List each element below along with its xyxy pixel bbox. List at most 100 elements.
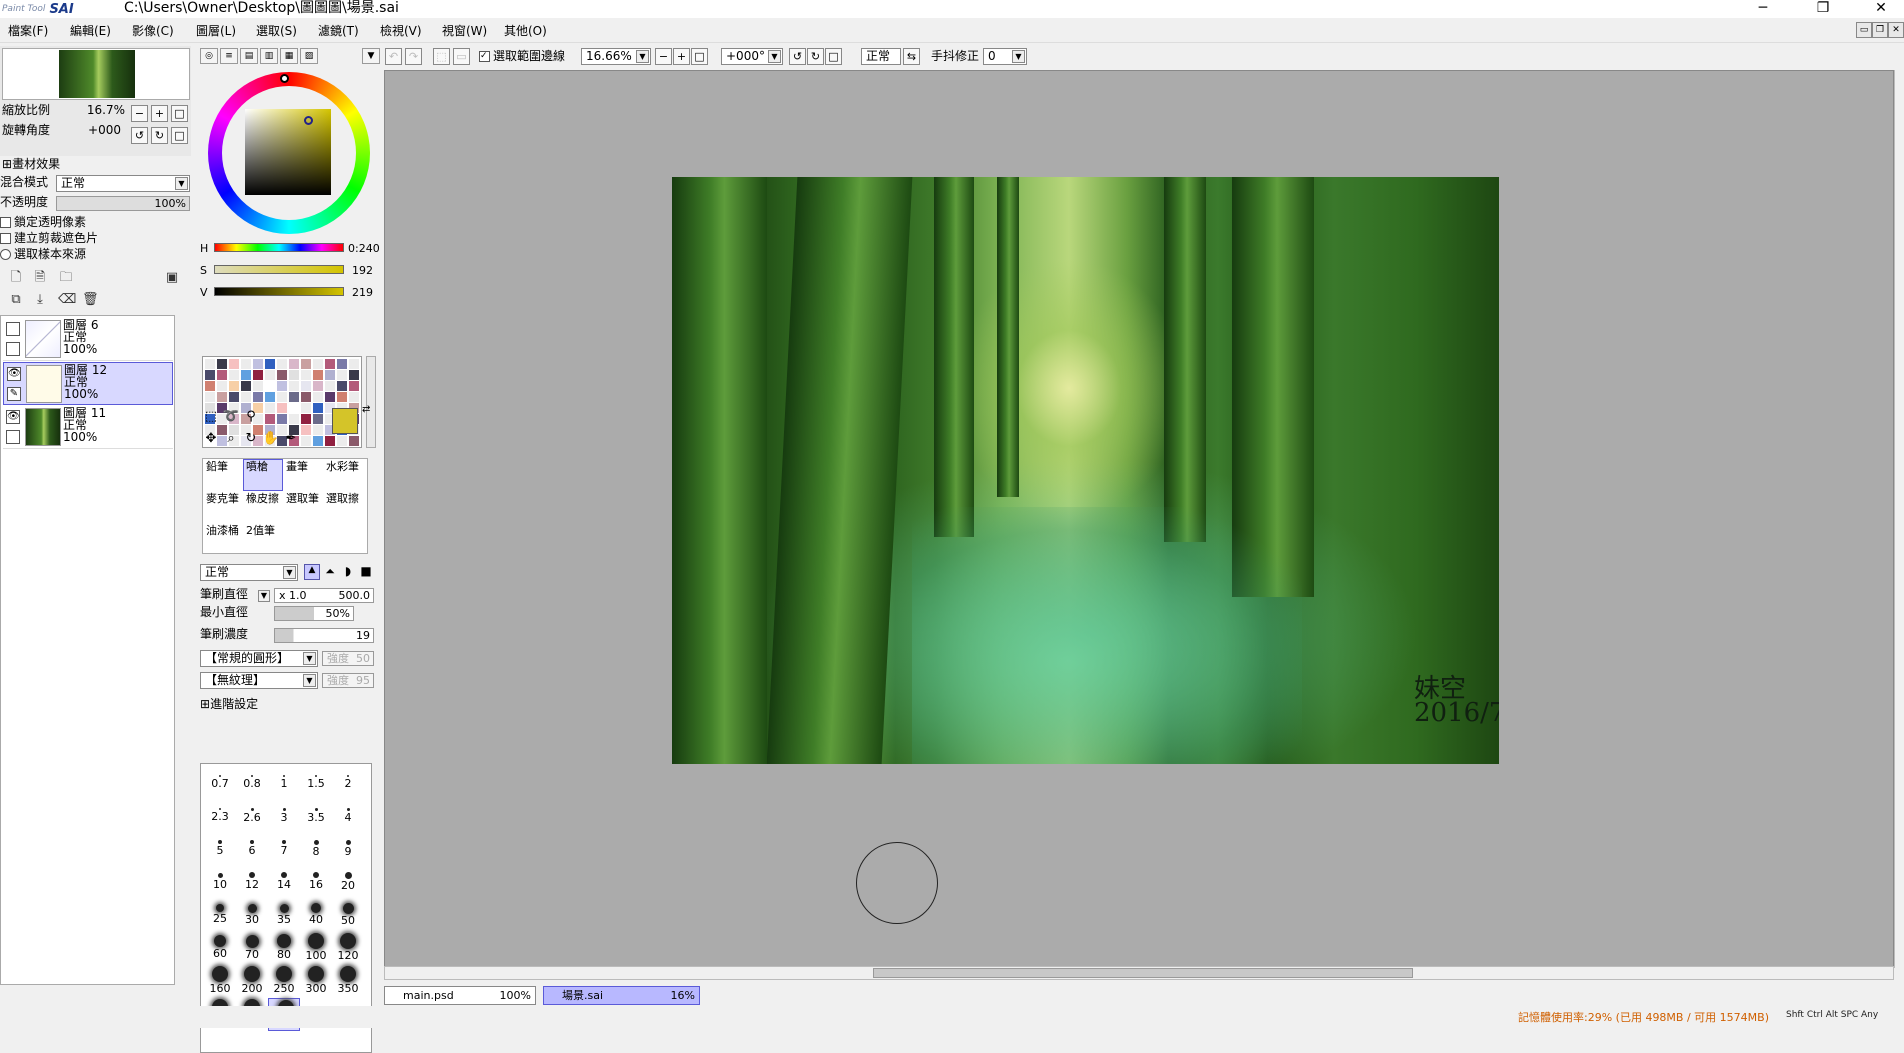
edge-soft-icon[interactable]: ◗ xyxy=(340,564,356,580)
rgb-slider-tab[interactable]: ≡ xyxy=(220,48,238,64)
new-folder-icon[interactable]: 🗀 xyxy=(58,270,74,286)
color-swatch[interactable] xyxy=(229,359,239,369)
menu-view[interactable]: 檢視(V) xyxy=(380,23,422,39)
brush-size-preset[interactable]: 2.3 xyxy=(204,800,236,833)
zoom-select[interactable]: 16.66% ▼ xyxy=(581,48,651,65)
brush-bucket[interactable]: 油漆桶 xyxy=(203,523,243,555)
invert-selection-icon[interactable]: ▭ xyxy=(453,48,470,65)
pen-icon[interactable]: ✎ xyxy=(7,387,21,401)
color-swatch[interactable] xyxy=(277,381,287,391)
texture-select[interactable]: 【無紋理】 ▼ xyxy=(200,672,318,689)
color-swatch[interactable] xyxy=(289,392,299,402)
zoom-in-button[interactable]: + xyxy=(151,105,168,122)
scratchpad-tab[interactable]: ▨ xyxy=(300,48,318,64)
brush-pencil[interactable]: 鉛筆 xyxy=(203,459,243,491)
color-swatch[interactable] xyxy=(265,370,275,380)
brush-size-preset[interactable]: 6 xyxy=(236,833,268,866)
color-swatch[interactable] xyxy=(337,436,347,446)
color-swatch[interactable] xyxy=(229,381,239,391)
rotate-cw-icon[interactable]: ↻ xyxy=(807,48,824,65)
color-wheel-tab[interactable]: ◎ xyxy=(200,48,218,64)
gradient-tab[interactable]: ▥ xyxy=(260,48,278,64)
color-swatch[interactable] xyxy=(253,392,263,402)
horizontal-scrollbar[interactable] xyxy=(384,966,1894,980)
brush-size-preset[interactable]: 12 xyxy=(236,866,268,899)
color-swatch[interactable] xyxy=(277,359,287,369)
brush-size-preset[interactable]: 120 xyxy=(332,932,364,965)
mdi-minimize-icon[interactable]: ▭ xyxy=(1856,22,1872,38)
sample-source-option[interactable]: 選取樣本來源 xyxy=(0,246,86,263)
color-swatch[interactable] xyxy=(205,359,215,369)
brush-size-preset[interactable]: 350 xyxy=(332,965,364,998)
color-swatch[interactable] xyxy=(229,392,239,402)
doc-tab-active[interactable]: 場景.sai 16% xyxy=(543,986,700,1005)
mdi-restore-icon[interactable]: ❐ xyxy=(1872,22,1888,38)
rotate-reset-icon[interactable]: □ xyxy=(825,48,842,65)
color-swatch[interactable] xyxy=(313,414,323,424)
rotate-left-button[interactable]: ↺ xyxy=(131,127,148,144)
brush-size-preset[interactable]: 25 xyxy=(204,899,236,932)
color-swatch[interactable] xyxy=(217,359,227,369)
color-swatch[interactable] xyxy=(241,381,251,391)
sv-cursor[interactable] xyxy=(304,116,313,125)
swatches-tab[interactable]: ▦ xyxy=(280,48,298,64)
undo-icon[interactable]: ↶ xyxy=(385,48,402,65)
checkbox-checked[interactable]: ✓ xyxy=(479,51,490,62)
brush-size-preset[interactable]: 100 xyxy=(300,932,332,965)
color-swatch[interactable] xyxy=(205,392,215,402)
brush-size-preset[interactable]: 3 xyxy=(268,800,300,833)
rotate-value[interactable]: +000 xyxy=(88,122,121,139)
hsv-slider-tab[interactable]: ▤ xyxy=(240,48,258,64)
brush-size-preset[interactable]: 20 xyxy=(332,866,364,899)
checkbox[interactable] xyxy=(0,233,11,244)
checkbox[interactable] xyxy=(0,217,11,228)
hand-icon[interactable]: ✋ xyxy=(262,430,280,448)
menu-image[interactable]: 影像(C) xyxy=(132,23,174,39)
zoom-reset-button[interactable]: □ xyxy=(171,105,188,122)
brush-size-preset[interactable]: 7 xyxy=(268,833,300,866)
brush-airbrush[interactable]: 噴槍 xyxy=(243,459,283,491)
brush-shape-select[interactable]: 【常規的圓形】 ▼ xyxy=(200,650,318,667)
brush-marker[interactable]: 麥克筆 xyxy=(203,491,243,523)
effect-header[interactable]: ⊞畫材效果 xyxy=(2,156,60,173)
color-swatch[interactable] xyxy=(289,370,299,380)
s-slider[interactable] xyxy=(214,265,344,274)
color-swatch[interactable] xyxy=(313,425,323,435)
brush-size-preset[interactable]: 50 xyxy=(332,899,364,932)
color-swatch[interactable] xyxy=(325,370,335,380)
new-linework-icon[interactable]: 🗎 xyxy=(32,270,48,286)
primary-color-swatch[interactable] xyxy=(332,408,358,434)
magic-wand-icon[interactable]: ⚲ xyxy=(242,408,260,426)
brush-size-preset[interactable]: 35 xyxy=(268,899,300,932)
rotate-select[interactable]: +000° ▼ xyxy=(721,48,783,65)
palette-scrollbar[interactable] xyxy=(366,356,376,448)
color-swatch[interactable] xyxy=(277,392,287,402)
brush-size-preset[interactable]: 300 xyxy=(300,965,332,998)
chevron-down-icon[interactable]: ▼ xyxy=(258,590,270,602)
color-swatch[interactable] xyxy=(265,392,275,402)
navigator-preview[interactable] xyxy=(2,48,190,100)
brush-watercolor[interactable]: 水彩筆 xyxy=(323,459,363,491)
brush-size-preset[interactable]: 250 xyxy=(268,965,300,998)
new-layer-icon[interactable]: 🗋 xyxy=(8,270,24,286)
rotate-reset-button[interactable]: □ xyxy=(171,127,188,144)
radio[interactable] xyxy=(0,249,11,260)
menu-layer[interactable]: 圖層(L) xyxy=(196,23,236,39)
color-swatch[interactable] xyxy=(301,403,311,413)
color-swatch[interactable] xyxy=(325,359,335,369)
lock-toggle[interactable] xyxy=(6,430,20,444)
zoom-out-icon[interactable]: − xyxy=(655,48,672,65)
selection-edge-toggle[interactable]: ✓ 選取範圍邊線 xyxy=(479,48,565,65)
color-swatch[interactable] xyxy=(337,370,347,380)
brush-size-preset[interactable]: 70 xyxy=(236,932,268,965)
visibility-toggle[interactable] xyxy=(6,322,20,336)
zoom-reset-icon[interactable]: □ xyxy=(691,48,708,65)
eyedropper-icon[interactable]: ✒ xyxy=(282,430,300,448)
brush-size-preset[interactable]: 10 xyxy=(204,866,236,899)
min-size-slider[interactable]: 50% xyxy=(274,606,354,621)
edge-flat-icon[interactable]: ■ xyxy=(358,564,374,580)
color-swatch[interactable] xyxy=(253,381,263,391)
eye-icon[interactable]: 👁 xyxy=(7,367,21,381)
blend-mode-select[interactable]: 正常 ▼ xyxy=(56,175,190,192)
redo-icon[interactable]: ↷ xyxy=(405,48,422,65)
